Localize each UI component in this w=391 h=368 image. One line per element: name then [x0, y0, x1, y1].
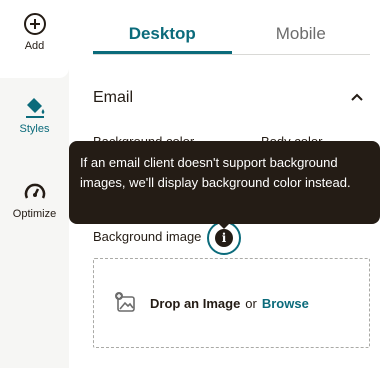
image-dropzone[interactable]: Drop an Image or Browse: [93, 258, 370, 348]
rail-item-label: Styles: [19, 123, 50, 135]
rail-item-label: Optimize: [12, 208, 57, 220]
add-image-icon: [115, 292, 135, 312]
section-title[interactable]: Email: [93, 89, 133, 107]
gauge-icon: [24, 183, 45, 199]
info-icon: i: [215, 229, 233, 247]
device-tabs: Desktop Mobile: [93, 0, 370, 55]
left-rail: Add Styles Optimize: [0, 0, 69, 368]
browse-link[interactable]: Browse: [262, 296, 309, 311]
tab-mobile[interactable]: Mobile: [232, 0, 371, 54]
rail-item-add[interactable]: Add: [0, 0, 69, 78]
rail-item-optimize[interactable]: Optimize: [0, 180, 69, 230]
background-image-label: Background image: [93, 229, 202, 244]
info-tooltip: If an email client doesn't support backg…: [69, 141, 380, 224]
or-label: or: [245, 295, 257, 311]
plus-circle-icon: [23, 13, 46, 35]
chevron-up-icon[interactable]: [350, 92, 364, 102]
paint-bucket-icon: [25, 98, 44, 118]
rail-item-styles[interactable]: Styles: [0, 95, 69, 155]
tab-desktop[interactable]: Desktop: [93, 0, 232, 54]
tooltip-arrow: [217, 222, 231, 229]
rail-item-label: Add: [24, 40, 45, 52]
drop-image-label: Drop an Image: [150, 295, 241, 311]
